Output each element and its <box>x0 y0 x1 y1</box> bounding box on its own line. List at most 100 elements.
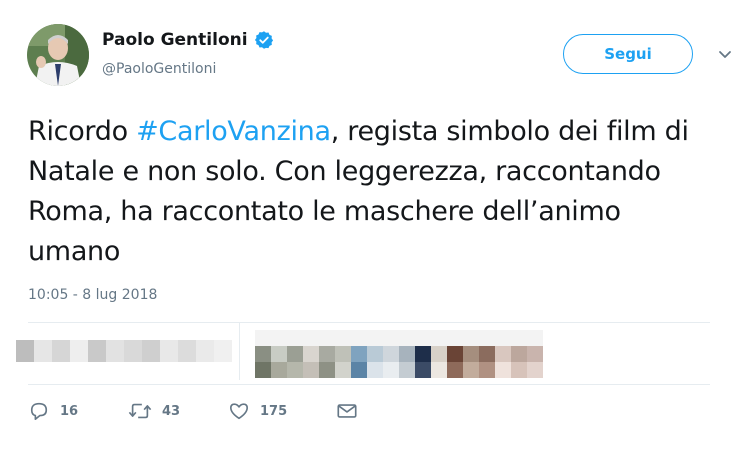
chevron-down-icon[interactable] <box>718 50 732 60</box>
blurred-pixel <box>383 330 399 346</box>
blurred-pixel <box>52 340 70 362</box>
blurred-pixel <box>303 362 319 378</box>
blurred-pixel <box>34 340 52 362</box>
tweet-text: Ricordo #CarloVanzina, regista simbolo d… <box>28 112 708 272</box>
blurred-pixel <box>415 330 431 346</box>
blurred-pixel <box>367 346 383 362</box>
blurred-pixel <box>271 362 287 378</box>
blurred-avatar <box>511 330 527 378</box>
blurred-pixel <box>399 362 415 378</box>
blurred-avatar <box>399 330 415 378</box>
blurred-pixel <box>511 362 527 378</box>
blurred-pixel <box>479 346 495 362</box>
blurred-avatar <box>447 330 463 378</box>
blurred-pixel <box>303 346 319 362</box>
blurred-avatar <box>287 330 303 378</box>
blurred-pixel <box>511 330 527 346</box>
author-handle[interactable]: @PaoloGentiloni <box>102 61 216 77</box>
blurred-pixel <box>335 330 351 346</box>
author-name-row[interactable]: Paolo Gentiloni <box>102 30 274 50</box>
blurred-pixel <box>463 346 479 362</box>
blurred-pixel <box>447 346 463 362</box>
blurred-pixel <box>479 330 495 346</box>
blurred-pixel <box>383 346 399 362</box>
blurred-pixel <box>106 340 124 362</box>
blurred-avatar <box>383 330 399 378</box>
author-name[interactable]: Paolo Gentiloni <box>102 30 248 50</box>
blurred-pixel <box>271 330 287 346</box>
blurred-pixel <box>287 330 303 346</box>
envelope-icon <box>337 404 357 418</box>
blurred-pixel <box>447 362 463 378</box>
blurred-pixel <box>351 362 367 378</box>
blurred-avatar <box>335 330 351 378</box>
blurred-pixel <box>495 346 511 362</box>
blurred-avatar <box>255 330 271 378</box>
blurred-pixel <box>431 346 447 362</box>
author-avatar[interactable] <box>27 24 89 86</box>
blurred-pixel <box>255 362 271 378</box>
blurred-pixel <box>255 346 271 362</box>
blurred-pixel <box>178 340 196 362</box>
like-action[interactable]: 175 <box>228 401 336 421</box>
tweet-actions: 16 43 175 <box>28 401 358 421</box>
blurred-pixel <box>319 362 335 378</box>
reply-count: 16 <box>60 403 79 419</box>
blurred-pixel <box>160 340 178 362</box>
blurred-avatar <box>415 330 431 378</box>
avatar-image <box>27 24 89 86</box>
blurred-pixel <box>351 330 367 346</box>
blurred-avatar <box>463 330 479 378</box>
blurred-pixel <box>367 330 383 346</box>
likers-count-blurred[interactable] <box>16 340 232 362</box>
blurred-avatar <box>303 330 319 378</box>
blurred-pixel <box>431 330 447 346</box>
retweet-count: 43 <box>162 403 181 419</box>
blurred-pixel <box>479 362 495 378</box>
blurred-pixel <box>447 330 463 346</box>
blurred-avatar <box>431 330 447 378</box>
blurred-pixel <box>351 346 367 362</box>
blurred-pixel <box>415 346 431 362</box>
hashtag-link[interactable]: #CarloVanzina <box>136 116 331 147</box>
tweet-timestamp[interactable]: 10:05 - 8 lug 2018 <box>28 287 157 303</box>
tweet-text-before: Ricordo <box>28 116 137 147</box>
blurred-pixel <box>399 346 415 362</box>
blurred-pixel <box>319 330 335 346</box>
blurred-pixel <box>511 346 527 362</box>
reply-action[interactable]: 16 <box>28 401 128 421</box>
blurred-pixel <box>463 362 479 378</box>
blurred-pixel <box>142 340 160 362</box>
stats-separator <box>239 322 240 380</box>
like-count: 175 <box>260 403 288 419</box>
blurred-pixel <box>383 362 399 378</box>
blurred-pixel <box>70 340 88 362</box>
blurred-avatar <box>527 330 543 378</box>
blurred-avatar <box>479 330 495 378</box>
reply-icon <box>30 402 48 420</box>
blurred-pixel <box>335 362 351 378</box>
likers-avatars-blurred[interactable] <box>255 330 543 378</box>
blurred-pixel <box>399 330 415 346</box>
blurred-avatar <box>495 330 511 378</box>
blurred-pixel <box>527 346 543 362</box>
blurred-pixel <box>431 362 447 378</box>
blurred-pixel <box>255 330 271 346</box>
blurred-pixel <box>214 340 232 362</box>
blurred-pixel <box>527 330 543 346</box>
blurred-pixel <box>88 340 106 362</box>
direct-message-action[interactable] <box>336 402 358 420</box>
divider-bottom <box>28 384 710 385</box>
blurred-pixel <box>287 362 303 378</box>
divider-top <box>28 322 710 323</box>
retweet-action[interactable]: 43 <box>128 401 228 421</box>
blurred-pixel <box>271 346 287 362</box>
retweet-icon <box>128 403 152 419</box>
follow-button[interactable]: Segui <box>563 34 693 74</box>
blurred-pixel <box>16 340 34 362</box>
blurred-pixel <box>367 362 383 378</box>
heart-icon <box>230 403 248 420</box>
blurred-pixel <box>124 340 142 362</box>
blurred-avatar <box>319 330 335 378</box>
blurred-pixel <box>495 362 511 378</box>
